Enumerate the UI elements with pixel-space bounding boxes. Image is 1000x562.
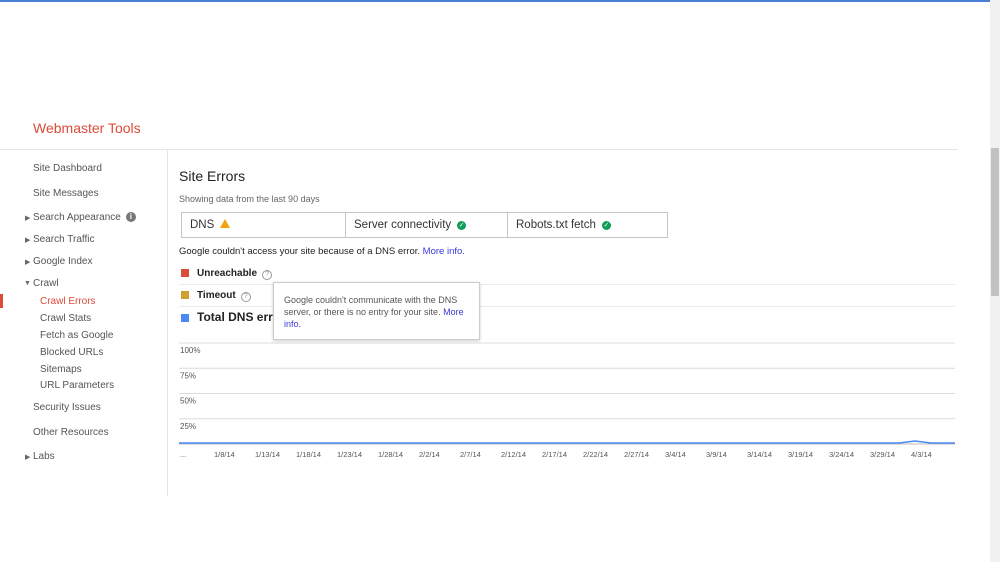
sidebar-item-search-appearance[interactable]: Search Appearance i <box>33 212 136 223</box>
x-tick-label: 3/29/14 <box>870 450 895 459</box>
app-title[interactable]: Webmaster Tools <box>33 120 141 136</box>
x-tick-label: ... <box>180 450 186 459</box>
chart-svg: 100% 75% 50% 25%... 1/8/14 1/13/14 1/18/14 1/23… <box>179 342 955 459</box>
legend-swatch <box>181 291 189 299</box>
tab-label: Robots.txt fetch <box>516 219 596 231</box>
chevron-right-icon[interactable]: ▶ <box>25 258 30 266</box>
scrollbar-thumb[interactable] <box>991 148 999 296</box>
x-tick-label: 1/28/14 <box>378 450 403 459</box>
x-tick-label: 2/17/14 <box>542 450 567 459</box>
x-tick-label: 3/4/14 <box>665 450 686 459</box>
legend-item-total-dns-errors[interactable]: Total DNS err <box>181 310 273 324</box>
sidebar-item-labs[interactable]: Labs <box>33 451 55 462</box>
chevron-right-icon[interactable]: ▶ <box>25 453 30 461</box>
browser-top-border <box>0 0 1000 2</box>
dns-error-message: Google couldn't access your site because… <box>179 246 465 257</box>
info-icon[interactable]: i <box>125 212 136 222</box>
x-tick-label: 2/22/14 <box>583 450 608 459</box>
help-icon[interactable]: ? <box>262 270 273 280</box>
y-tick-label: 75% <box>180 371 196 380</box>
tooltip-text: Google couldn't communicate with the DNS… <box>284 295 458 317</box>
x-tick-label: 4/3/14 <box>911 450 932 459</box>
x-tick-label: 1/23/14 <box>337 450 362 459</box>
tab-robots-txt-fetch[interactable]: Robots.txt fetch ✓ <box>508 213 667 237</box>
sidebar-item-blocked-urls[interactable]: Blocked URLs <box>40 347 103 358</box>
sidebar-item-crawl-stats[interactable]: Crawl Stats <box>40 313 91 324</box>
page-title: Site Errors <box>179 168 246 184</box>
site-errors-tabs: DNS Server connectivity ✓ Robots.txt fetc… <box>181 212 668 238</box>
sidebar-item-url-parameters[interactable]: URL Parameters <box>40 380 114 391</box>
sidebar-item-other-resources[interactable]: Other Resources <box>33 427 109 438</box>
x-tick-label: 2/2/14 <box>419 450 440 459</box>
x-tick-label: 3/24/14 <box>829 450 854 459</box>
sidebar-item-search-traffic[interactable]: Search Traffic <box>33 234 95 245</box>
sidebar-item-crawl[interactable]: Crawl <box>33 278 59 289</box>
tab-label: DNS <box>190 219 215 231</box>
legend-swatch <box>181 269 189 277</box>
sidebar-item-crawl-errors[interactable]: Crawl Errors <box>40 296 96 307</box>
y-tick-label: 25% <box>180 422 196 431</box>
x-tick-label: 3/19/14 <box>788 450 813 459</box>
tab-dns[interactable]: DNS <box>182 213 346 237</box>
legend-item-timeout[interactable]: Timeout? <box>181 290 251 302</box>
chevron-down-icon[interactable]: ▼ <box>24 280 31 287</box>
series-line-total-dns-errors <box>179 440 955 444</box>
x-tick-label: 1/8/14 <box>214 450 235 459</box>
tab-server-connectivity[interactable]: Server connectivity ✓ <box>346 213 508 237</box>
active-indicator <box>0 294 3 308</box>
sidebar-item-site-dashboard[interactable]: Site Dashboard <box>33 163 102 174</box>
y-tick-label: 50% <box>180 397 196 406</box>
sidebar-item-fetch-as-google[interactable]: Fetch as Google <box>40 330 113 341</box>
check-icon: ✓ <box>601 221 611 230</box>
sidebar-item-label: Search Appearance <box>33 212 121 223</box>
sidebar-item-sitemaps[interactable]: Sitemaps <box>40 364 82 375</box>
sidebar-item-google-index[interactable]: Google Index <box>33 256 93 267</box>
more-info-link[interactable]: More info. <box>423 246 465 257</box>
legend-label: Timeout <box>197 290 236 301</box>
page-subtitle: Showing data from the last 90 days <box>179 194 320 204</box>
x-tick-label: 2/12/14 <box>501 450 526 459</box>
x-tick-label: 2/7/14 <box>460 450 481 459</box>
x-tick-label: 1/18/14 <box>296 450 321 459</box>
legend-label: Unreachable <box>197 268 258 279</box>
chevron-right-icon[interactable]: ▶ <box>25 236 30 244</box>
x-tick-label: 2/27/14 <box>624 450 649 459</box>
y-tick-label: 100% <box>180 346 200 355</box>
warning-icon <box>220 219 231 228</box>
legend-label: Total DNS err <box>197 310 273 324</box>
check-icon: ✓ <box>457 221 467 230</box>
x-tick-label: 3/14/14 <box>747 450 772 459</box>
chevron-right-icon[interactable]: ▶ <box>25 214 30 222</box>
message-text: Google couldn't access your site because… <box>179 246 421 257</box>
dns-errors-chart: 100% 75% 50% 25%... 1/8/14 1/13/14 1/18/14 1/23… <box>179 340 955 465</box>
help-tooltip: Google couldn't communicate with the DNS… <box>273 282 480 340</box>
legend-swatch <box>181 314 189 322</box>
help-icon[interactable]: ? <box>240 292 251 302</box>
x-tick-label: 1/13/14 <box>255 450 280 459</box>
legend-item-unreachable[interactable]: Unreachable? <box>181 268 273 280</box>
x-tick-label: 3/9/14 <box>706 450 727 459</box>
sidebar-item-security-issues[interactable]: Security Issues <box>33 402 101 413</box>
sidebar-item-site-messages[interactable]: Site Messages <box>33 188 99 199</box>
tab-label: Server connectivity <box>354 219 452 231</box>
